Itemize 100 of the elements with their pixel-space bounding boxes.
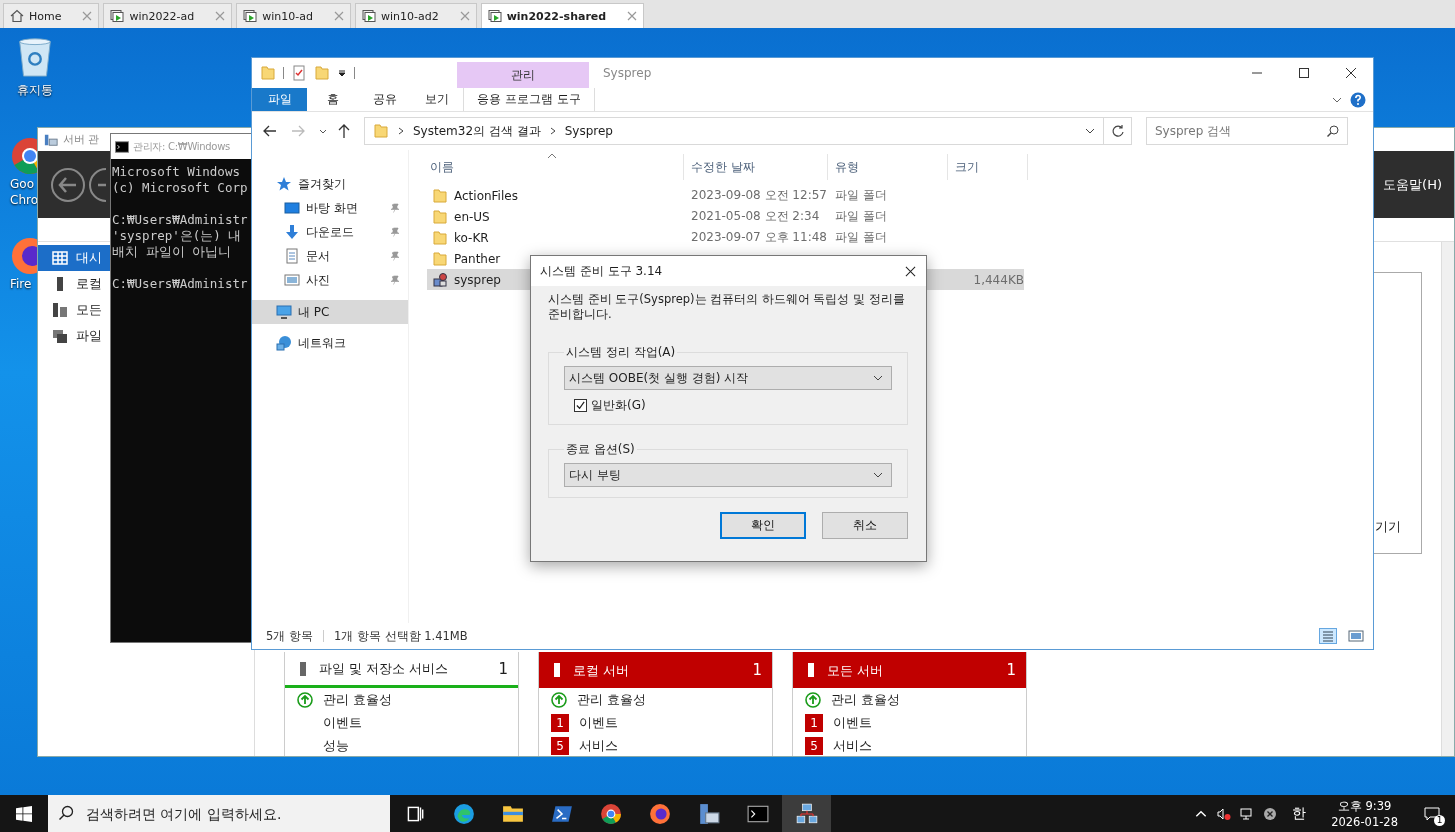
windows-start-icon[interactable] <box>16 805 32 822</box>
vm-tab[interactable]: Home <box>3 3 100 28</box>
refresh-button[interactable] <box>1104 117 1132 145</box>
nav-item[interactable]: 다운로드 <box>252 220 408 244</box>
nav-item[interactable]: 네트워크 <box>252 331 408 355</box>
search-icon[interactable] <box>58 805 74 821</box>
vm-tab[interactable]: win2022-shared <box>480 3 645 28</box>
pin-icon[interactable] <box>390 251 400 261</box>
item-count: 5개 항목 <box>266 628 313 644</box>
up-arrow-icon <box>805 691 821 708</box>
vm-tab[interactable]: win10-ad2 <box>354 3 477 28</box>
console-icon <box>115 139 129 154</box>
error-icon[interactable] <box>1263 806 1278 821</box>
dropdown-icon[interactable] <box>337 68 347 78</box>
tile-header[interactable]: 로컬 서버 1 <box>539 652 772 688</box>
nav-item[interactable]: 내 PC <box>252 300 408 324</box>
nav-item[interactable]: 바탕 화면 <box>252 196 408 220</box>
nav-item[interactable]: 파일 <box>38 323 110 349</box>
search-field[interactable]: Sysprep 검색 <box>1146 117 1348 145</box>
column-header[interactable]: 수정한 날짜 <box>684 154 828 180</box>
tile-link[interactable]: 성능 <box>323 736 349 755</box>
file-item[interactable]: ko-KR <box>432 229 493 246</box>
nav-item[interactable]: 대시 <box>38 245 110 271</box>
up-arrow-icon[interactable] <box>336 123 352 139</box>
tile-link[interactable]: 이벤트 <box>323 713 362 732</box>
file-item[interactable]: sysprep <box>432 271 505 288</box>
grid-icon <box>52 250 68 266</box>
thumbnail-view-icon[interactable] <box>1347 628 1365 644</box>
desktop-icon-label[interactable]: Fire <box>10 276 32 292</box>
vm-tab[interactable]: win2022-ad <box>103 3 233 28</box>
ribbon-tab[interactable]: 보기 <box>411 88 463 111</box>
breadcrumb[interactable]: System32의 검색 결과 <box>413 122 541 140</box>
help-icon[interactable] <box>1350 91 1366 108</box>
tile-link[interactable]: 관리 효율성 <box>831 690 901 709</box>
network-icon <box>276 335 292 351</box>
tile-header[interactable]: 모든 서버 1 <box>793 652 1026 688</box>
maximize-icon[interactable] <box>1298 67 1310 79</box>
search-icon[interactable] <box>1326 124 1340 138</box>
close-icon[interactable] <box>905 265 916 277</box>
back-arrow-icon[interactable] <box>262 123 278 139</box>
checkbox-label[interactable]: 일반화(G) <box>591 397 646 414</box>
nav-item[interactable]: 로컬 <box>38 271 110 297</box>
pin-icon[interactable] <box>390 203 400 213</box>
vm-tab[interactable]: win10-ad <box>236 3 351 28</box>
column-header[interactable]: 이름 <box>427 154 684 180</box>
scrollbar[interactable] <box>1441 242 1454 756</box>
firefox-icon <box>648 802 671 825</box>
sort-caret-icon <box>547 153 557 159</box>
file-item[interactable]: ActionFiles <box>432 187 522 204</box>
edge-icon <box>452 802 475 825</box>
network-icon[interactable] <box>1240 806 1255 821</box>
nav-item[interactable]: 문서 <box>252 244 408 268</box>
count-badge: 1 <box>551 713 569 732</box>
file-item[interactable]: en-US <box>432 208 494 225</box>
desktop-icon-label[interactable]: 휴지통 <box>17 82 53 98</box>
column-header[interactable]: 크기 <box>948 154 1028 180</box>
tile-link[interactable]: 관리 효율성 <box>323 690 393 709</box>
tile-link[interactable]: 이벤트 <box>579 713 618 732</box>
chevron-right-icon <box>397 127 405 135</box>
chevron-down-icon[interactable] <box>1085 126 1095 136</box>
pin-icon[interactable] <box>390 275 400 285</box>
search-field[interactable]: 검색하려면 여기에 입력하세요. <box>48 795 390 832</box>
checklist-icon[interactable] <box>291 65 307 81</box>
ribbon-tab[interactable]: 응용 프로그램 도구 <box>463 88 595 111</box>
desktop-icon-label[interactable]: Chro <box>10 192 38 208</box>
context-tab-header: 관리 <box>457 62 589 88</box>
console-line: (c) Microsoft Corp <box>112 180 249 196</box>
clock[interactable]: 오후 9:39 2026-01-28 <box>1331 797 1398 830</box>
input-method-indicator[interactable]: 한 <box>1292 804 1307 823</box>
address-bar[interactable]: System32의 검색 결과 Sysprep <box>364 117 1104 145</box>
tile-link[interactable]: 서비스 <box>579 736 618 755</box>
tile-link[interactable]: 이벤트 <box>833 713 872 732</box>
nav-item[interactable]: 사진 <box>252 268 408 292</box>
tile-link[interactable]: 관리 효율성 <box>577 690 647 709</box>
close-icon[interactable] <box>1345 67 1357 79</box>
column-header[interactable]: 유형 <box>828 154 948 180</box>
chevron-down-icon <box>873 373 883 383</box>
tile-link[interactable]: 서비스 <box>833 736 872 755</box>
notification-button[interactable]: 1 <box>1417 798 1447 829</box>
ribbon-tab[interactable]: 홈 <box>307 88 359 111</box>
desktop-icon-label[interactable]: Goo <box>10 176 34 192</box>
file-item[interactable]: Panther <box>432 250 505 267</box>
help-menu[interactable]: 도움말(H) <box>1383 175 1442 194</box>
dialog-title: 시스템 준비 도구 3.14 <box>540 262 663 280</box>
nav-item[interactable]: 모든 <box>38 297 110 323</box>
pin-icon[interactable] <box>390 227 400 237</box>
dropdown[interactable]: 다시 부팅 <box>564 463 892 487</box>
ok-button[interactable]: 확인 <box>720 512 806 539</box>
ribbon-tab[interactable]: 공유 <box>359 88 411 111</box>
ribbon-tab[interactable]: 파일 <box>252 88 307 111</box>
storage-icon <box>52 328 68 344</box>
dropdown[interactable]: 시스템 OOBE(첫 실행 경험) 시작 <box>564 366 892 390</box>
taskbar-app[interactable] <box>782 795 831 832</box>
breadcrumb[interactable]: Sysprep <box>564 124 613 138</box>
cancel-button[interactable]: 취소 <box>822 512 908 539</box>
server-icon <box>697 802 720 825</box>
speaker-muted-icon[interactable] <box>1217 806 1232 821</box>
checkbox[interactable] <box>574 399 587 412</box>
nav-item[interactable]: 즐겨찾기 <box>252 172 408 196</box>
network-icon <box>795 802 818 825</box>
